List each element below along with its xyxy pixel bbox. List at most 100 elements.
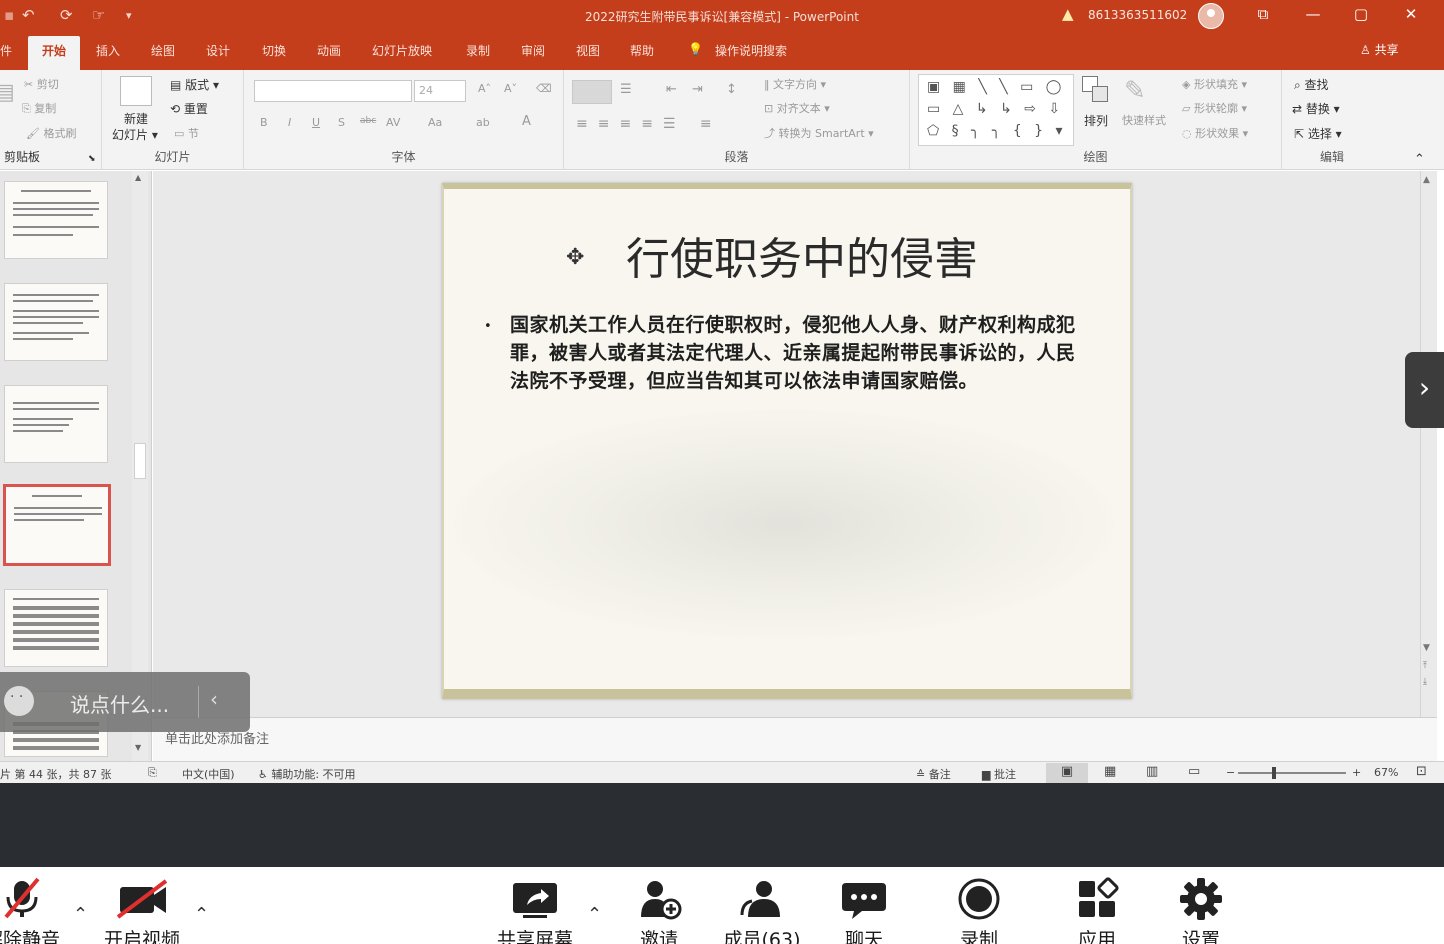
slide-thumbnail-selected[interactable]: [3, 484, 111, 566]
highlight-button[interactable]: ab: [476, 116, 490, 129]
shape-outline-button[interactable]: ▱ 形状轮廓 ▾: [1182, 100, 1247, 116]
notes-pane[interactable]: 单击此处添加备注: [153, 717, 1437, 761]
emoji-icon[interactable]: [4, 686, 34, 716]
quick-styles-button[interactable]: 快速样式: [1122, 112, 1166, 128]
slide-thumbnail[interactable]: [4, 589, 108, 667]
language-indicator[interactable]: 中文(中国): [182, 766, 235, 782]
strikethrough-button[interactable]: abc: [360, 116, 376, 126]
font-color-button[interactable]: A: [522, 114, 531, 129]
tab-transitions[interactable]: 切换: [262, 42, 286, 59]
start-video-button[interactable]: 开启视频: [92, 867, 192, 944]
settings-button[interactable]: 设置: [1151, 867, 1251, 944]
scroll-up-icon[interactable]: ▲: [135, 173, 141, 182]
spelling-icon[interactable]: ⎘: [148, 766, 157, 780]
replace-button[interactable]: ⇄ 替换 ▾: [1292, 100, 1340, 117]
copy-button[interactable]: ⎘ 复制: [22, 100, 56, 116]
font-name-select[interactable]: [254, 80, 412, 102]
line-spacing-button[interactable]: ↕: [726, 82, 737, 97]
tab-help[interactable]: 帮助: [630, 42, 654, 59]
shapes-gallery[interactable]: ▣ ▦ ╲ ╲ ▭ ◯ ▭ △ ↳ ↳ ⇨ ⇩ ⬠ § ╮ ╮ { } ▾: [918, 74, 1074, 146]
video-options-caret-icon[interactable]: ⌃: [194, 904, 209, 925]
tab-home[interactable]: 开始: [28, 36, 81, 70]
format-painter-button[interactable]: 🖌 格式刷: [26, 125, 76, 141]
clear-format-button[interactable]: ⌫: [536, 82, 552, 95]
chat-button[interactable]: 聊天: [814, 867, 914, 944]
unmute-button[interactable]: 解除静音: [0, 867, 72, 944]
avatar[interactable]: [1198, 3, 1224, 29]
scroll-down-icon[interactable]: ▼: [1423, 643, 1430, 653]
editor-scrollbar[interactable]: ▲ ▼ ⤒ ⤓: [1420, 171, 1437, 717]
reading-view-button[interactable]: ▥: [1146, 764, 1158, 779]
audio-options-caret-icon[interactable]: ⌃: [73, 904, 88, 925]
grow-font-button[interactable]: A˄: [478, 82, 491, 95]
tab-draw[interactable]: 绘图: [151, 42, 175, 59]
normal-view-button[interactable]: ▣: [1046, 763, 1088, 783]
tab-file[interactable]: 件: [0, 42, 12, 59]
account-name[interactable]: 8613363511602: [1088, 8, 1187, 22]
previous-slide-icon[interactable]: ⤒: [1423, 661, 1427, 671]
zoom-level[interactable]: 67%: [1374, 766, 1398, 779]
decrease-indent-button[interactable]: ⇤: [666, 82, 677, 97]
tab-slideshow[interactable]: 幻灯片放映: [372, 42, 432, 59]
cut-button[interactable]: ✂ 剪切: [24, 76, 59, 92]
increase-indent-button[interactable]: ⇥: [692, 82, 703, 97]
next-slide-icon[interactable]: ⤓: [1423, 677, 1427, 687]
arrange-button[interactable]: 排列: [1084, 112, 1108, 129]
chat-input-overlay[interactable]: 说点什么... ‹: [0, 672, 250, 732]
find-button[interactable]: ⌕ 查找: [1294, 76, 1329, 93]
new-slide-button[interactable]: 新建: [124, 110, 148, 127]
shrink-font-button[interactable]: A˅: [504, 82, 517, 95]
collapse-ribbon-icon[interactable]: ⌃: [1414, 152, 1425, 167]
scrollbar-thumb[interactable]: [134, 443, 146, 479]
select-button[interactable]: ⇱ 选择 ▾: [1294, 125, 1342, 142]
comments-button[interactable]: ▆ 批注: [982, 766, 1016, 782]
slide-body-text[interactable]: 国家机关工作人员在行使职权时，侵犯他人人身、财产权利构成犯罪，被害人或者其法定代…: [510, 311, 1090, 395]
underline-button[interactable]: U: [312, 116, 320, 129]
shapes-row-2[interactable]: ▭ △ ↳ ↳ ⇨ ⇩: [927, 97, 1064, 121]
font-size-select[interactable]: 24: [414, 80, 466, 102]
slide-thumbnail[interactable]: [4, 385, 108, 463]
zoom-out-button[interactable]: −: [1226, 766, 1235, 779]
share-options-caret-icon[interactable]: ⌃: [587, 904, 602, 925]
tell-me-search[interactable]: 操作说明搜索: [715, 42, 787, 59]
tab-view[interactable]: 视图: [576, 42, 600, 59]
minimize-icon[interactable]: —: [1298, 5, 1328, 23]
new-slide-dropdown[interactable]: 幻灯片 ▾: [112, 126, 158, 143]
tab-insert[interactable]: 插入: [96, 42, 120, 59]
align-buttons[interactable]: ≡≡≡≡☰ ≡: [576, 116, 722, 132]
scroll-down-icon[interactable]: ▼: [135, 743, 141, 752]
bullets-button[interactable]: [572, 80, 612, 104]
slide-thumbnail[interactable]: [4, 181, 108, 259]
slide-title[interactable]: 行使职务中的侵害: [444, 223, 1130, 287]
italic-button[interactable]: I: [288, 116, 291, 129]
arrange-icon[interactable]: [1082, 76, 1112, 106]
shape-fill-button[interactable]: ◈ 形状填充 ▾: [1182, 76, 1247, 92]
shapes-row-3[interactable]: ⬠ § ╮ ╮ { } ▾: [927, 119, 1067, 143]
tab-animations[interactable]: 动画: [317, 42, 341, 59]
shape-effects-button[interactable]: ◌ 形状效果 ▾: [1182, 125, 1248, 141]
convert-smartart-button[interactable]: ⤴ 转换为 SmartArt ▾: [764, 125, 874, 141]
shapes-row-1[interactable]: ▣ ▦ ╲ ╲ ▭ ◯: [927, 75, 1065, 99]
record-button[interactable]: 录制: [929, 867, 1029, 944]
fit-slide-button[interactable]: ⊡: [1416, 764, 1427, 779]
text-direction-button[interactable]: ‖ 文字方向 ▾: [764, 76, 826, 92]
reset-button[interactable]: ⟲ 重置: [170, 100, 208, 117]
slide-sorter-button[interactable]: ▦: [1104, 764, 1116, 779]
scroll-up-icon[interactable]: ▲: [1423, 175, 1430, 185]
slideshow-button[interactable]: ▭: [1188, 764, 1200, 779]
zoom-slider[interactable]: [1238, 767, 1346, 779]
accessibility-indicator[interactable]: ♿ 辅助功能: 不可用: [258, 766, 356, 782]
tab-design[interactable]: 设计: [206, 42, 230, 59]
quick-styles-icon[interactable]: ✎: [1124, 76, 1146, 106]
new-slide-icon[interactable]: [120, 76, 152, 106]
notes-button[interactable]: ≙ 备注: [916, 766, 951, 782]
ribbon-display-icon[interactable]: ⧉: [1248, 5, 1278, 23]
clipboard-launcher-icon[interactable]: ⬊: [88, 154, 96, 164]
tab-review[interactable]: 审阅: [521, 42, 545, 59]
shadow-button[interactable]: S: [338, 116, 345, 129]
share-button[interactable]: ♙ 共享: [1360, 41, 1399, 58]
layout-button[interactable]: ▤ 版式 ▾: [170, 76, 219, 93]
align-text-button[interactable]: ⊡ 对齐文本 ▾: [764, 100, 830, 116]
collapse-chat-icon[interactable]: ‹: [210, 687, 218, 711]
tab-record[interactable]: 录制: [466, 42, 490, 59]
